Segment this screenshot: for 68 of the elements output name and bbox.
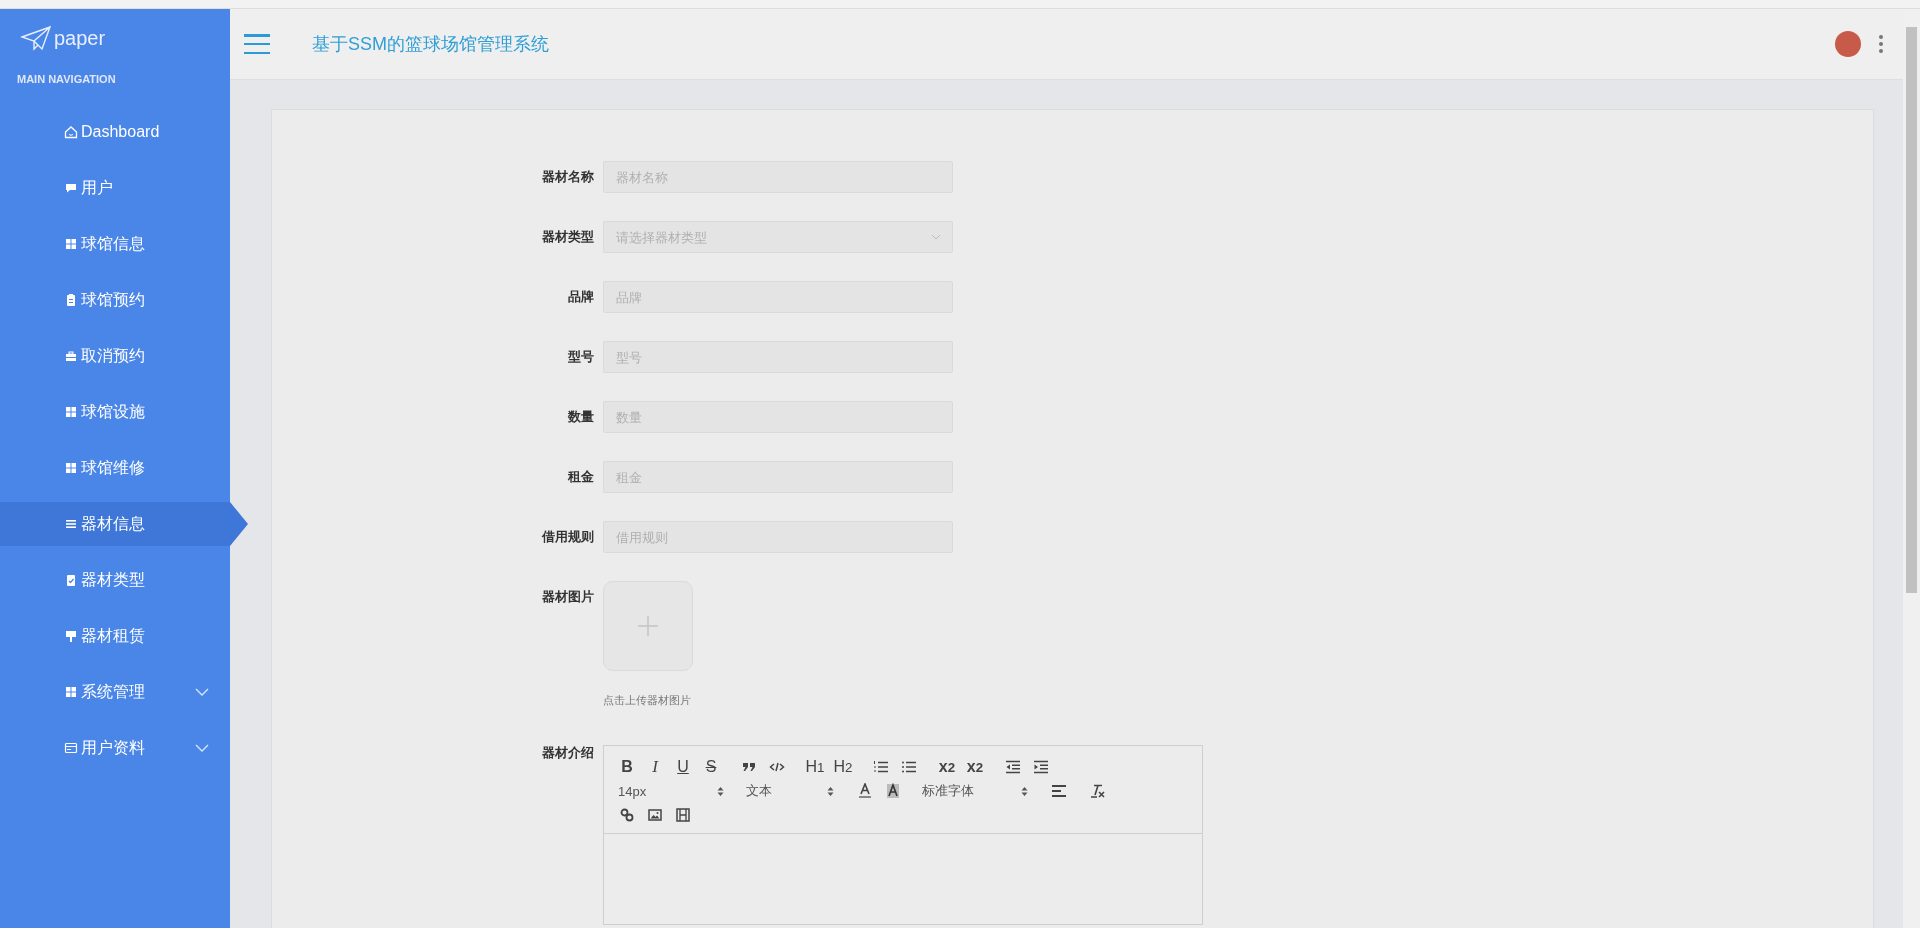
sidebar-item[interactable]: 器材信息 [0, 502, 248, 546]
sidebar-label: 取消预约 [81, 345, 145, 366]
chevron-down-icon [931, 234, 941, 240]
field-label: 租金 [568, 469, 594, 484]
chevron-down-icon [195, 688, 209, 696]
italic-button[interactable]: I [644, 756, 666, 778]
sidebar-label: 球馆设施 [81, 401, 145, 422]
field-label: 器材类型 [542, 229, 594, 244]
sidebar-label: 球馆预约 [81, 289, 145, 310]
sidebar-label: 用户 [81, 177, 113, 198]
sidebar-label: Dashboard [81, 123, 160, 141]
plus-icon [637, 615, 659, 637]
home-icon [64, 125, 78, 139]
list-icon [64, 517, 78, 531]
strikethrough-button[interactable]: S [700, 756, 722, 778]
sidebar-label: 器材类型 [81, 569, 145, 590]
sidebar-label: 球馆信息 [81, 233, 145, 254]
format-select[interactable]: 文本 [744, 780, 838, 802]
sidebar-item[interactable]: 器材租赁 [0, 608, 230, 664]
field-label: 型号 [568, 349, 594, 364]
paper-plane-icon [20, 25, 52, 51]
up-down-arrows-icon [717, 785, 724, 797]
sidebar-item[interactable]: 球馆维修 [0, 440, 230, 496]
briefcase-icon [64, 349, 78, 363]
pin-icon [64, 629, 78, 643]
grid-icon [64, 461, 78, 475]
sidebar-label: 器材信息 [81, 513, 145, 534]
sidebar-item[interactable]: 用户 [0, 160, 230, 216]
field-label: 借用规则 [542, 529, 594, 544]
sidebar-item[interactable]: Dashboard [0, 104, 230, 160]
grid-icon [64, 685, 78, 699]
avatar[interactable] [1835, 31, 1861, 57]
sidebar-item[interactable]: 球馆设施 [0, 384, 230, 440]
app-logo: paper [54, 26, 106, 50]
field-label: 器材介绍 [542, 745, 594, 760]
clipboard-check-icon [64, 573, 78, 587]
sidebar-item[interactable]: 球馆信息 [0, 216, 230, 272]
field-label: 数量 [568, 409, 594, 424]
section-title: MAIN NAVIGATION [16, 72, 117, 87]
card-icon [64, 741, 78, 755]
up-down-arrows-icon [827, 785, 834, 797]
chat-icon [64, 181, 78, 195]
sidebar-item[interactable]: 取消预约 [0, 328, 230, 384]
sidebar-item[interactable]: 器材类型 [0, 552, 230, 608]
field-label: 品牌 [568, 289, 594, 304]
sidebar-label: 球馆维修 [81, 457, 145, 478]
sidebar-item[interactable]: 系统管理 [0, 664, 230, 720]
app-title: 基于SSM的篮球场馆管理系统 [312, 33, 550, 56]
field-label: 器材名称 [542, 169, 594, 184]
format-select[interactable]: 14px [616, 780, 728, 802]
field-label: 器材图片 [542, 589, 594, 604]
clipboard-icon [64, 293, 78, 307]
scrollbar-thumb[interactable] [1906, 27, 1917, 593]
more-menu-icon[interactable] [1878, 35, 1884, 53]
up-down-arrows-icon [1021, 785, 1028, 797]
sidebar-item[interactable]: 球馆预约 [0, 272, 230, 328]
bold-button[interactable]: B [616, 756, 638, 778]
sidebar-item[interactable]: 用户资料 [0, 720, 230, 776]
menu-button[interactable] [244, 34, 270, 54]
sidebar-label: 用户资料 [81, 737, 145, 758]
sidebar-label: 系统管理 [81, 681, 145, 702]
upload-hint: 点击上传器材图片 [603, 693, 692, 708]
format-select[interactable]: 标准字体 [920, 780, 1032, 802]
chevron-down-icon [195, 744, 209, 752]
grid-icon [64, 237, 78, 251]
sidebar-label: 器材租赁 [81, 625, 145, 646]
grid-icon [64, 405, 78, 419]
underline-button[interactable]: U [672, 756, 694, 778]
